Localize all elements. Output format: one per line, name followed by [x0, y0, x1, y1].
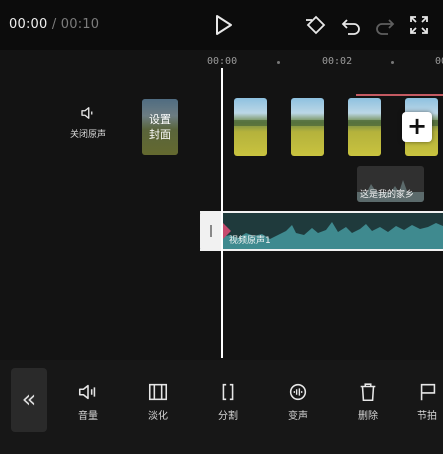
set-cover-button[interactable]: 设置 封面: [142, 99, 178, 155]
time-separator: /: [51, 17, 57, 32]
tool-delete[interactable]: 删除: [343, 381, 393, 422]
music-clip[interactable]: 这是我的家乡: [357, 166, 424, 202]
keyframe-icon[interactable]: [304, 13, 328, 37]
current-time: 00:00: [9, 17, 48, 32]
video-frame-thumbnail[interactable]: [234, 98, 267, 156]
beat-flag-icon: [420, 383, 436, 401]
plus-icon: +: [406, 112, 428, 140]
tool-voice-change[interactable]: 变声: [273, 381, 323, 422]
ruler-dot: [391, 61, 394, 64]
music-clip-label: 这是我的家乡: [360, 190, 415, 200]
tool-fade[interactable]: 淡化: [133, 381, 183, 422]
tool-volume-label: 音量: [78, 411, 98, 422]
audio-clip-label: 视频原声1: [229, 236, 271, 246]
audio-trim-handle[interactable]: [200, 211, 222, 251]
ruler-tick: 00:00: [207, 56, 238, 67]
trash-icon: [360, 383, 376, 402]
tool-fade-label: 淡化: [148, 411, 168, 422]
ruler-dot: [277, 61, 280, 64]
collapse-toolbar-button[interactable]: «: [11, 368, 47, 432]
voice-change-icon: [289, 383, 307, 401]
top-bar: 00:00 / 00:10: [0, 0, 443, 50]
fullscreen-icon[interactable]: [407, 13, 431, 37]
time-display: 00:00 / 00:10: [9, 17, 99, 32]
redo-icon[interactable]: [373, 13, 397, 37]
audio-track-clip[interactable]: 视频原声1: [200, 211, 443, 251]
tool-beat-label: 节拍: [417, 411, 437, 422]
video-frame-thumbnail[interactable]: [291, 98, 324, 156]
play-icon[interactable]: [211, 13, 235, 37]
playhead[interactable]: [221, 68, 223, 358]
tool-volume[interactable]: 音量: [63, 381, 113, 422]
speaker-icon: [81, 107, 93, 119]
ruler-tick: 00:02: [322, 56, 353, 67]
set-cover-label: 设置 封面: [142, 99, 178, 155]
volume-icon: [78, 384, 96, 400]
split-icon: [222, 383, 234, 401]
tool-split[interactable]: 分割: [203, 381, 253, 422]
mute-original-button[interactable]: 关闭原声: [62, 104, 114, 140]
mute-original-label: 关闭原声: [69, 130, 106, 140]
fade-icon: [148, 383, 168, 401]
total-time: 00:10: [60, 17, 100, 32]
tool-voice-change-label: 变声: [288, 411, 308, 422]
ruler-tick: 00:04: [435, 56, 443, 67]
undo-icon[interactable]: [339, 13, 363, 37]
video-frame-thumbnail[interactable]: [348, 98, 381, 156]
keyframe-marker[interactable]: [222, 222, 231, 240]
add-clip-button[interactable]: +: [402, 112, 432, 142]
clip-marker-line: [356, 94, 443, 96]
tool-beat[interactable]: 节拍: [413, 381, 443, 422]
bottom-toolbar: « 音量 淡化 分割 变声 删除 节拍: [0, 360, 443, 454]
tool-delete-label: 删除: [358, 411, 378, 422]
tool-split-label: 分割: [218, 411, 238, 422]
